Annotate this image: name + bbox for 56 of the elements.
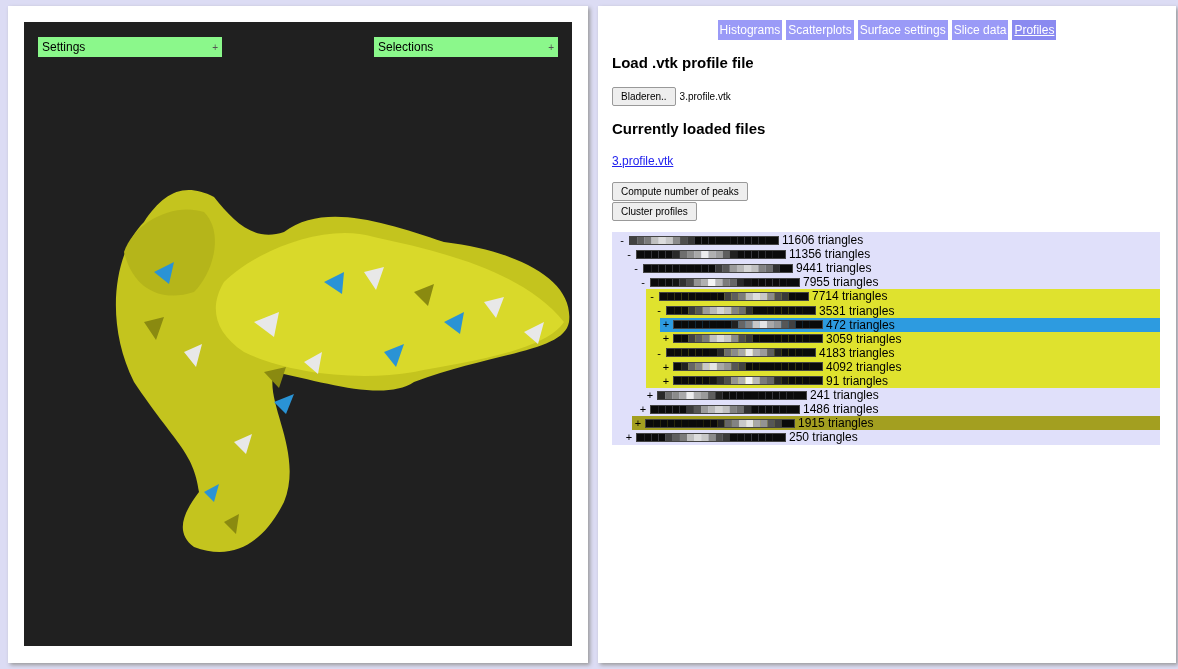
section-heading: Load .vtk profile file [612,53,754,73]
tree-row[interactable]: - 7714 triangles [646,289,1160,304]
tree-row[interactable]: - 9441 triangles [612,261,1160,276]
browse-button[interactable]: Bladeren.. [612,86,676,106]
row-label: 9441 triangles [796,261,872,277]
tree-row[interactable]: - 11356 triangles [612,247,1160,262]
panel-title: Selections [378,39,434,56]
row-label: 7714 triangles [812,289,888,306]
row-label: 250 triangles [789,430,858,447]
file-link[interactable]: 3.profile.vtk [612,152,674,170]
tree-row[interactable]: + 1486 triangles [612,402,1160,417]
expand-toggle[interactable]: + [625,429,633,446]
expand-toggle[interactable]: - [655,344,663,362]
row-label: 472 triangles [826,317,895,334]
row-label: 4092 triangles [826,359,902,376]
expand-toggle[interactable]: - [632,260,640,277]
expand-toggle[interactable]: + [634,415,642,432]
tree-row[interactable]: + 250 triangles [612,430,1160,445]
row-label: 91 triangles [826,374,889,390]
expand-toggle[interactable]: - [648,288,656,305]
tree-row[interactable]: + 3059 triangles [646,331,1160,346]
expand-toggle[interactable]: - [625,245,633,263]
tree-row[interactable]: + 1915 triangles [632,416,1160,431]
tree-row[interactable]: - 11606 triangles [612,233,1160,248]
row-label: 1915 triangles [798,416,874,432]
panel-title: Settings [42,39,86,56]
panel-header[interactable]: Selections + [374,37,558,57]
row-label: 1486 triangles [803,402,879,418]
row-label: 3059 triangles [826,331,902,348]
panel-header[interactable]: Settings + [38,37,222,57]
tree-row[interactable]: - 7955 triangles [612,275,1160,290]
tree-row[interactable]: + 472 triangles [660,317,1160,332]
row-label: 3531 triangles [819,303,895,320]
expand-toggle[interactable]: + [646,386,654,404]
expand-toggle[interactable]: + [212,39,218,55]
expand-toggle[interactable]: - [618,231,626,249]
tree-row[interactable]: + 241 triangles [612,388,1160,403]
expand-toggle[interactable]: - [655,302,663,319]
action-button[interactable]: Compute number of peaks [612,182,748,201]
file-name: 3.profile.vtk [679,89,731,104]
expand-toggle[interactable]: + [662,330,670,347]
row-label: 7955 triangles [803,275,879,291]
section-heading: Currently loaded files [612,118,766,139]
expand-toggle[interactable]: + [662,316,670,333]
tree-row[interactable]: + 91 triangles [646,373,1160,389]
row-label: 241 triangles [810,388,879,404]
tree-row[interactable]: + 4092 triangles [646,359,1160,374]
expand-toggle[interactable]: + [639,400,647,418]
row-label: 11356 triangles [789,247,871,263]
row-label: 4183 triangles [819,345,895,362]
expand-toggle[interactable]: + [548,39,554,55]
expand-toggle[interactable]: - [639,274,647,291]
tree-row[interactable]: - 4183 triangles [646,345,1160,360]
action-button[interactable]: Cluster profiles [612,202,697,221]
tree-row[interactable]: - 3531 triangles [646,303,1160,318]
row-label: 11606 triangles [782,232,864,249]
